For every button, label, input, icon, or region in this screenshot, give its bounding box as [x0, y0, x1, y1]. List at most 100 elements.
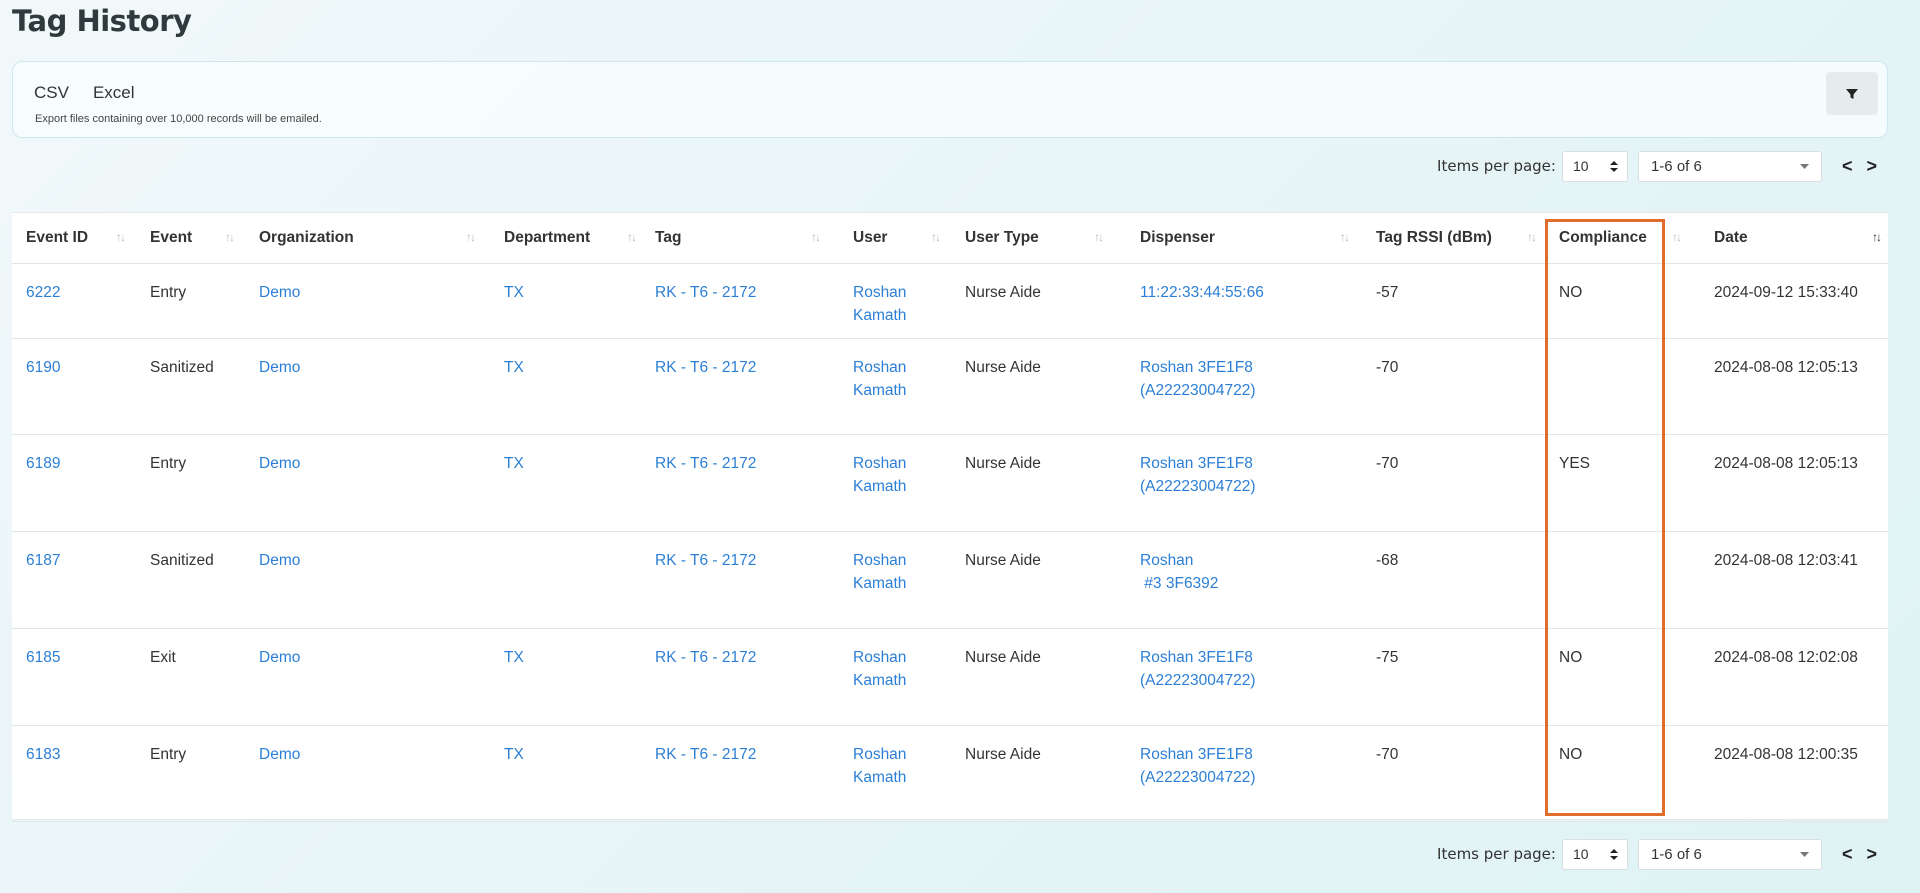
dispenser-link[interactable]: Roshan 3FE1F8 (A22223004722) — [1126, 725, 1362, 822]
export-excel-link[interactable]: Excel — [93, 83, 135, 103]
tag-link[interactable]: RK - T6 - 2172 — [641, 531, 839, 629]
compliance-cell: YES — [1545, 434, 1700, 532]
export-csv-link[interactable]: CSV — [34, 83, 69, 103]
col-header-dispenser[interactable]: Dispenser ↑↓ — [1126, 213, 1362, 264]
paginator-bottom: Items per page: 10 1-6 of 6 < > — [1437, 838, 1877, 870]
event-cell: Entry — [136, 725, 245, 822]
sort-icon[interactable]: ↑↓ — [116, 230, 126, 244]
sort-icon[interactable]: ↑↓ — [811, 230, 821, 244]
sort-icon[interactable]: ↑↓ — [1094, 230, 1104, 244]
tag-link[interactable]: RK - T6 - 2172 — [641, 338, 839, 435]
event-id-link[interactable]: 6190 — [12, 338, 136, 435]
next-page-button[interactable]: > — [1866, 157, 1877, 175]
export-panel: CSV Excel Export files containing over 1… — [12, 61, 1888, 138]
date-cell: 2024-08-08 12:03:41 — [1700, 531, 1888, 629]
department-link[interactable]: TX — [490, 263, 641, 339]
event-id-link[interactable]: 6187 — [12, 531, 136, 629]
col-header-event-id[interactable]: Event ID ↑↓ — [12, 213, 136, 264]
tag-link[interactable]: RK - T6 - 2172 — [641, 628, 839, 726]
user-type-cell: Nurse Aide — [951, 434, 1126, 532]
tag-link[interactable]: RK - T6 - 2172 — [641, 263, 839, 339]
department-link[interactable]: TX — [490, 628, 641, 726]
sort-icon[interactable]: ↑↓ — [466, 230, 476, 244]
compliance-cell — [1545, 338, 1700, 435]
user-link[interactable]: Roshan Kamath — [839, 338, 951, 435]
dispenser-link[interactable]: Roshan 3FE1F8 (A22223004722) — [1126, 628, 1362, 726]
department-link[interactable]: TX — [490, 725, 641, 822]
rssi-cell: -68 — [1362, 531, 1545, 629]
sort-icon[interactable]: ↑↓ — [1872, 230, 1882, 244]
event-id-link[interactable]: 6222 — [12, 263, 136, 339]
prev-page-button[interactable]: < — [1842, 845, 1853, 863]
event-cell: Exit — [136, 628, 245, 726]
page-range-value: 1-6 of 6 — [1650, 157, 1702, 175]
department-link[interactable] — [490, 531, 641, 629]
page-range-select[interactable]: 1-6 of 6 — [1637, 150, 1822, 182]
organization-link[interactable]: Demo — [245, 531, 490, 629]
sort-icon[interactable]: ↑↓ — [1672, 230, 1682, 244]
paginator-top: Items per page: 10 1-6 of 6 < > — [1437, 150, 1877, 182]
next-page-button[interactable]: > — [1866, 845, 1877, 863]
department-link[interactable]: TX — [490, 434, 641, 532]
event-id-link[interactable]: 6185 — [12, 628, 136, 726]
col-header-organization[interactable]: Organization ↑↓ — [245, 213, 490, 264]
rssi-cell: -75 — [1362, 628, 1545, 726]
user-link[interactable]: Roshan Kamath — [839, 263, 951, 339]
user-link[interactable]: Roshan Kamath — [839, 725, 951, 822]
date-cell: 2024-09-12 15:33:40 — [1700, 263, 1888, 339]
table-row: 6187 Sanitized Demo RK - T6 - 2172 Rosha… — [12, 531, 1888, 629]
sort-icon[interactable]: ↑↓ — [225, 230, 235, 244]
event-id-link[interactable]: 6183 — [12, 725, 136, 822]
organization-link[interactable]: Demo — [245, 628, 490, 726]
col-header-tag[interactable]: Tag ↑↓ — [641, 213, 839, 264]
date-cell: 2024-08-08 12:02:08 — [1700, 628, 1888, 726]
date-cell: 2024-08-08 12:00:35 — [1700, 725, 1888, 822]
prev-page-button[interactable]: < — [1842, 157, 1853, 175]
rssi-cell: -70 — [1362, 434, 1545, 532]
tag-link[interactable]: RK - T6 - 2172 — [641, 434, 839, 532]
col-header-event[interactable]: Event ↑↓ — [136, 213, 245, 264]
rssi-cell: -70 — [1362, 338, 1545, 435]
items-per-page-select[interactable]: 10 — [1561, 150, 1628, 182]
user-type-cell: Nurse Aide — [951, 338, 1126, 435]
dispenser-link[interactable]: Roshan #3 3F6392 — [1126, 531, 1362, 629]
user-link[interactable]: Roshan Kamath — [839, 531, 951, 629]
items-per-page-label: Items per page: — [1437, 157, 1556, 175]
compliance-cell: NO — [1545, 725, 1700, 822]
rssi-cell: -57 — [1362, 263, 1545, 339]
event-id-link[interactable]: 6189 — [12, 434, 136, 532]
dispenser-link[interactable]: 11:22:33:44:55:66 — [1126, 263, 1362, 339]
table-row: 6185 Exit Demo TX RK - T6 - 2172 Roshan K… — [12, 628, 1888, 726]
compliance-cell: NO — [1545, 628, 1700, 726]
col-header-user[interactable]: User ↑↓ — [839, 213, 951, 264]
filter-button[interactable] — [1826, 72, 1878, 115]
page-range-select[interactable]: 1-6 of 6 — [1637, 838, 1822, 870]
items-per-page-select[interactable]: 10 — [1561, 838, 1628, 870]
col-header-user-type[interactable]: User Type ↑↓ — [951, 213, 1126, 264]
user-link[interactable]: Roshan Kamath — [839, 434, 951, 532]
organization-link[interactable]: Demo — [245, 263, 490, 339]
updown-caret-icon — [1609, 160, 1618, 172]
items-per-page-value: 10 — [1572, 846, 1589, 862]
table-row: 6183 Entry Demo TX RK - T6 - 2172 Roshan… — [12, 725, 1888, 822]
page-title: Tag History — [12, 4, 192, 38]
chevron-down-icon — [1799, 851, 1809, 857]
organization-link[interactable]: Demo — [245, 434, 490, 532]
sort-icon[interactable]: ↑↓ — [931, 230, 941, 244]
organization-link[interactable]: Demo — [245, 725, 490, 822]
department-link[interactable]: TX — [490, 338, 641, 435]
sort-icon[interactable]: ↑↓ — [1340, 230, 1350, 244]
dispenser-link[interactable]: Roshan 3FE1F8 (A22223004722) — [1126, 338, 1362, 435]
sort-icon[interactable]: ↑↓ — [627, 230, 637, 244]
col-header-department[interactable]: Department ↑↓ — [490, 213, 641, 264]
col-header-date[interactable]: Date ↑↓ — [1700, 213, 1888, 264]
organization-link[interactable]: Demo — [245, 338, 490, 435]
sort-icon[interactable]: ↑↓ — [1527, 230, 1537, 244]
col-header-tag-rssi[interactable]: Tag RSSI (dBm) ↑↓ — [1362, 213, 1545, 264]
tag-history-table: Event ID ↑↓ Event ↑↓ Organization ↑↓ Depart… — [12, 212, 1888, 822]
page-range-value: 1-6 of 6 — [1650, 845, 1702, 863]
user-link[interactable]: Roshan Kamath — [839, 628, 951, 726]
dispenser-link[interactable]: Roshan 3FE1F8 (A22223004722) — [1126, 434, 1362, 532]
tag-link[interactable]: RK - T6 - 2172 — [641, 725, 839, 822]
col-header-compliance[interactable]: Compliance ↑↓ — [1545, 213, 1700, 264]
